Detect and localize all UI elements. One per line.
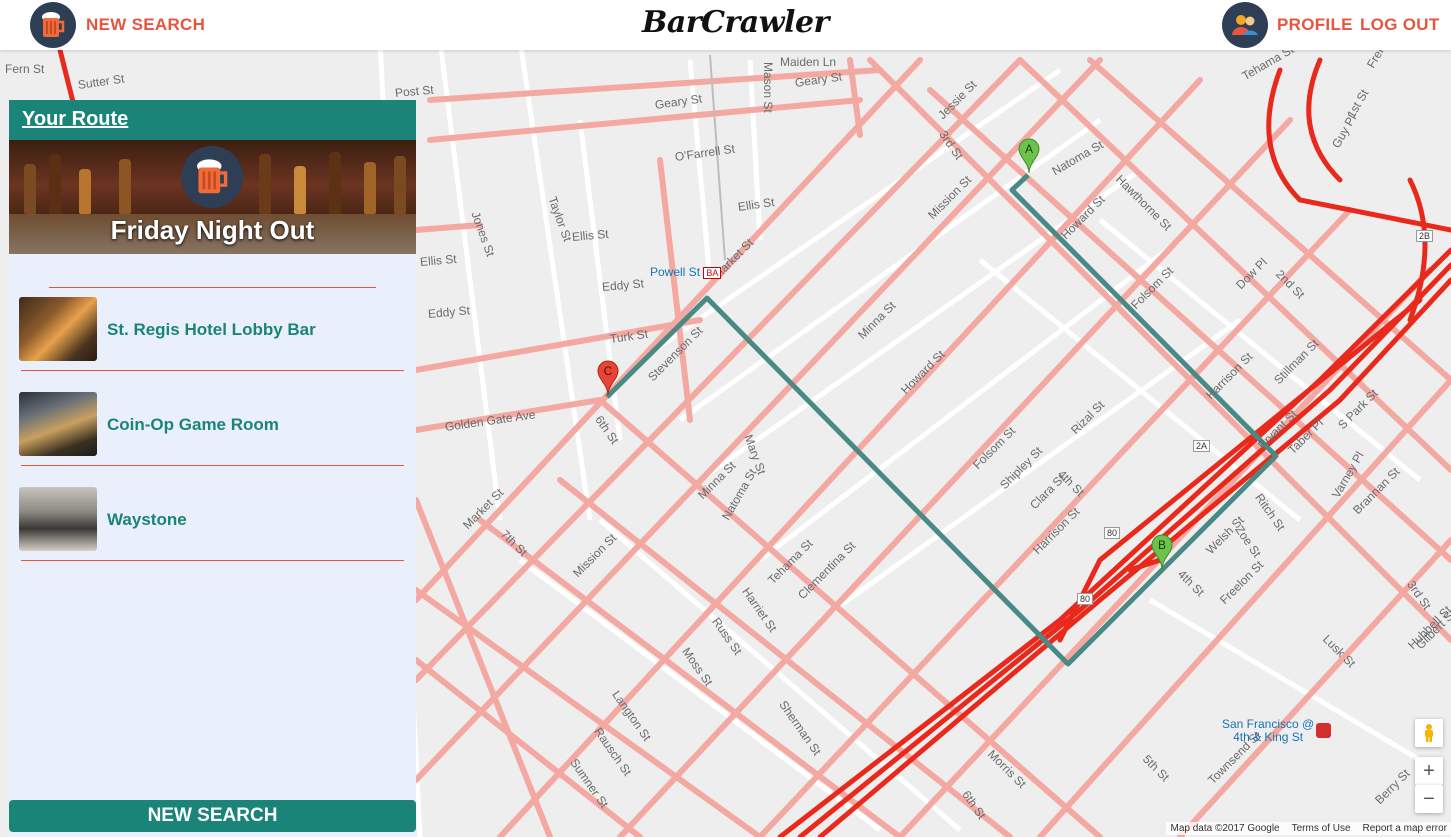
logout-link[interactable]: LOG OUT <box>1360 15 1440 35</box>
bar-photo <box>19 392 97 456</box>
zoom-out-button[interactable]: − <box>1415 785 1443 813</box>
crawl-banner: Friday Night Out <box>9 140 416 254</box>
route-sidebar: Your Route Friday Night Out St. Regis Ho… <box>9 100 416 837</box>
highway-shield: 2A <box>1193 440 1211 452</box>
svg-text:B: B <box>1158 538 1166 552</box>
beer-mug-icon[interactable] <box>30 2 76 48</box>
bar-name[interactable]: St. Regis Hotel Lobby Bar <box>107 320 316 340</box>
new-search-button[interactable]: NEW SEARCH <box>9 800 416 832</box>
divider <box>21 370 404 371</box>
bar-photo <box>19 487 97 551</box>
svg-text:A: A <box>1025 142 1033 156</box>
route-title: Your Route <box>22 108 129 130</box>
marker-a[interactable]: A <box>1018 138 1040 174</box>
bar-photo <box>19 297 97 361</box>
map-data-credit: Map data ©2017 Google <box>1170 823 1280 834</box>
report-error-link[interactable]: Report a map error <box>1363 823 1447 834</box>
highway-shield: 80 <box>1077 593 1094 605</box>
terms-link[interactable]: Terms of Use <box>1292 823 1351 834</box>
bar-list-item[interactable]: Waystone <box>19 487 404 582</box>
marker-b[interactable]: B <box>1151 534 1173 570</box>
profile-users-icon[interactable] <box>1222 2 1268 48</box>
app-logo[interactable]: BarCrawler <box>642 5 829 40</box>
divider <box>49 287 376 288</box>
bar-list-item[interactable]: St. Regis Hotel Lobby Bar <box>19 297 404 392</box>
svg-text:C: C <box>604 364 613 378</box>
route-header: Your Route <box>9 100 416 140</box>
marker-c[interactable]: C <box>597 360 619 396</box>
top-nav: NEW SEARCH BarCrawler PROFILE LOG OUT <box>0 0 1451 50</box>
divider <box>21 465 404 466</box>
zoom-in-button[interactable]: + <box>1415 757 1443 785</box>
caltrain-station-label: San Francisco @ 4th & King St <box>1222 717 1315 744</box>
powell-station-label: Powell St BA <box>650 265 722 279</box>
beer-mug-icon <box>181 146 243 208</box>
new-search-link[interactable]: NEW SEARCH <box>86 15 205 35</box>
pegman-icon[interactable] <box>1415 719 1443 747</box>
bar-list-item[interactable]: Coin-Op Game Room <box>19 392 404 487</box>
highway-shield: 80 <box>1104 527 1121 539</box>
caltrain-icon <box>1316 723 1331 738</box>
profile-link[interactable]: PROFILE <box>1277 15 1353 35</box>
map-attribution: Map data ©2017 Google Terms of Use Repor… <box>1166 822 1451 835</box>
crawl-name: Friday Night Out <box>110 215 315 245</box>
highway-shield: 2B <box>1416 230 1434 242</box>
bar-name[interactable]: Waystone <box>107 510 187 530</box>
divider <box>21 560 404 561</box>
bar-name[interactable]: Coin-Op Game Room <box>107 415 279 435</box>
